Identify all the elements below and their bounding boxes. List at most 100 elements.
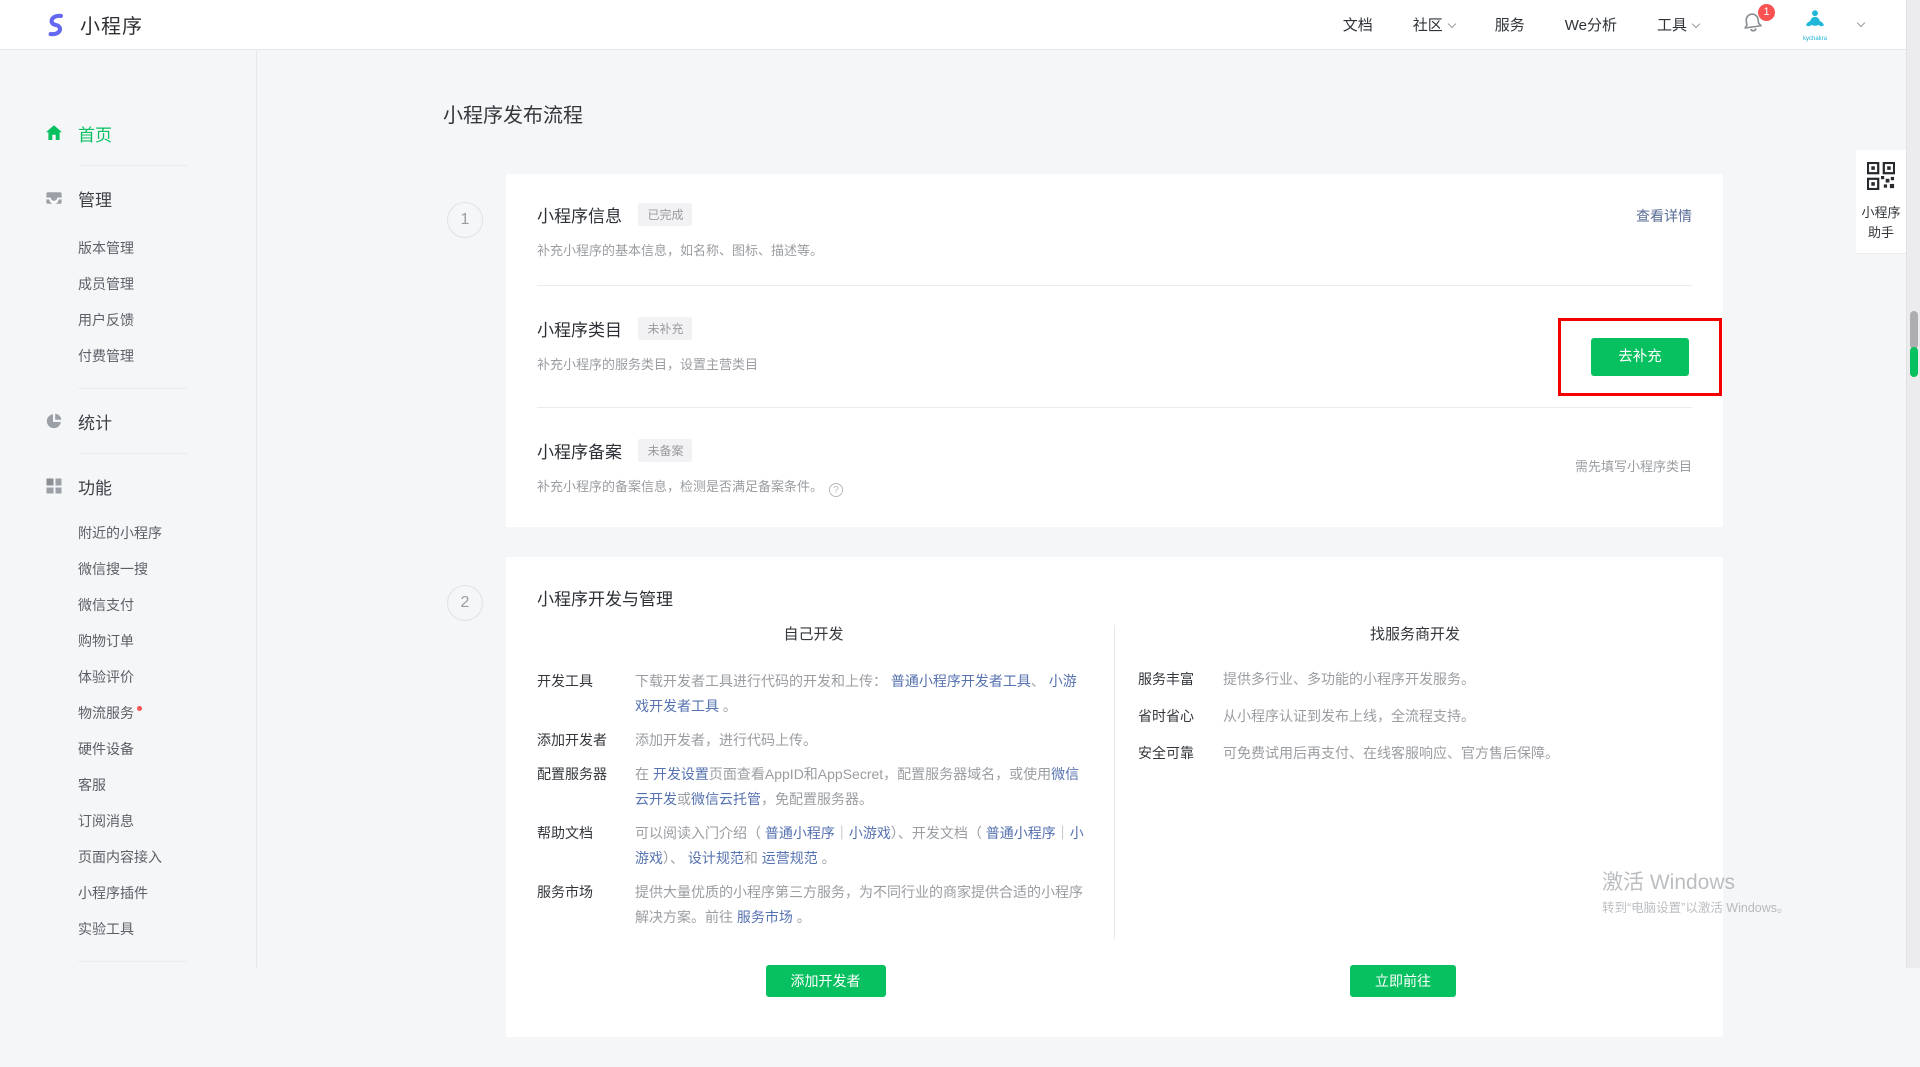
inline-link[interactable]: 普通小程序 xyxy=(986,825,1056,841)
row-text: 提供大量优质的小程序第三方服务，为不同行业的商家提供合适的小程序解决方案。前往 xyxy=(635,884,1083,925)
step-1-number: 1 xyxy=(447,202,483,238)
row-miniprogram-info: 小程序信息 已完成 补充小程序的基本信息，如名称、图标、描述等。 查看详情 xyxy=(537,174,1692,286)
nav-community[interactable]: 社区 xyxy=(1413,14,1455,35)
sidebar-item-page-content-access[interactable]: 页面内容接入 xyxy=(0,839,256,875)
nav-we-analytics[interactable]: We分析 xyxy=(1565,14,1617,35)
card-title: 小程序开发与管理 xyxy=(537,557,1692,610)
nav-services[interactable]: 服务 xyxy=(1495,14,1525,35)
row-description: 补充小程序的基本信息，如名称、图标、描述等。 xyxy=(537,240,1692,259)
status-badge: 已完成 xyxy=(638,203,692,226)
row-text: ｜ xyxy=(835,825,849,841)
sidebar-item-miniprogram-plugin[interactable]: 小程序插件 xyxy=(0,875,256,911)
row-title: 小程序备案 xyxy=(537,443,622,462)
row-text: 。 xyxy=(793,909,811,925)
dev-row-add-developer: 添加开发者 添加开发者，进行代码上传。 xyxy=(537,728,1090,753)
sidebar-item-nearby-miniprogram[interactable]: 附近的小程序 xyxy=(0,515,256,551)
sidebar-item-pay-manage[interactable]: 付费管理 xyxy=(0,338,256,374)
notification-bell[interactable]: 1 xyxy=(1741,11,1764,39)
main-content: 小程序发布流程 1 小程序信息 已完成 补充小程序的基本信息，如名称、图标、描述… xyxy=(257,50,1920,1067)
chevron-down-icon xyxy=(1447,20,1455,28)
add-developer-button[interactable]: 添加开发者 xyxy=(766,965,886,997)
step-2-card: 小程序开发与管理 自己开发 开发工具 下载开发者工具进行代码的开发和上传： 普通… xyxy=(506,557,1723,1037)
sidebar-item-logistics-service[interactable]: 物流服务 xyxy=(0,695,256,731)
scrollbar-position-indicator[interactable] xyxy=(1910,347,1918,377)
sidebar-item-version-manage[interactable]: 版本管理 xyxy=(0,230,256,266)
inline-link[interactable]: 小游戏 xyxy=(849,825,891,841)
sidebar-item-wechat-pay[interactable]: 微信支付 xyxy=(0,587,256,623)
divider xyxy=(78,961,188,962)
nav-docs[interactable]: 文档 xyxy=(1343,14,1373,35)
step-2-number: 2 xyxy=(447,585,483,621)
row-text: 和 xyxy=(744,850,762,866)
bell-icon xyxy=(1741,21,1764,38)
row-miniprogram-category: 小程序类目 未补充 补充小程序的服务类目，设置主营类目 去补充 xyxy=(537,286,1692,408)
row-title: 小程序信息 xyxy=(537,207,622,226)
go-now-button[interactable]: 立即前往 xyxy=(1350,965,1456,997)
avatar-figure-icon xyxy=(1802,8,1828,35)
chevron-down-icon xyxy=(1692,20,1700,28)
column-header: 自己开发 xyxy=(537,625,1090,645)
row-text: 页面查看AppID和AppSecret，配置服务器域名，或使用 xyxy=(709,766,1051,782)
row-text: 。 xyxy=(818,850,836,866)
row-text: ｜ xyxy=(1056,825,1070,841)
sidebar-item-manage[interactable]: 管理 xyxy=(0,180,256,216)
inline-link[interactable]: 普通小程序 xyxy=(765,825,835,841)
inline-link[interactable]: 服务市场 xyxy=(737,909,793,925)
vendor-row-save-time: 省时省心 从小程序认证到发布上线，全流程支持。 xyxy=(1138,706,1692,727)
self-develop-column: 自己开发 开发工具 下载开发者工具进行代码的开发和上传： 普通小程序开发者工具、… xyxy=(537,625,1114,939)
pie-chart-icon xyxy=(45,412,63,430)
sidebar-item-features[interactable]: 功能 xyxy=(0,468,256,504)
row-description: 补充小程序的备案信息，检测是否满足备案条件。? xyxy=(537,476,1692,497)
prerequisite-note: 需先填写小程序类目 xyxy=(1575,456,1692,475)
account-menu-toggle[interactable] xyxy=(1852,16,1864,33)
sidebar-item-home[interactable]: 首页 xyxy=(0,115,256,151)
sidebar: 首页 管理 版本管理 成员管理 用户反馈 付费管理 统计 xyxy=(0,50,257,968)
sidebar-item-shopping-orders[interactable]: 购物订单 xyxy=(0,623,256,659)
row-text: ）、 xyxy=(663,850,688,866)
miniprogram-assistant-widget[interactable]: 小程序 助手 xyxy=(1856,150,1906,254)
row-text: 。 xyxy=(719,698,737,714)
sidebar-item-experiment-tools[interactable]: 实验工具 xyxy=(0,911,256,947)
view-details-link[interactable]: 查看详情 xyxy=(1636,206,1692,226)
chevron-down-icon xyxy=(1857,19,1865,27)
step-1: 1 小程序信息 已完成 补充小程序的基本信息，如名称、图标、描述等。 查看详情 … xyxy=(257,174,1920,527)
vendor-row-safe-reliable: 安全可靠 可免费试用后再支付、在线客服响应、官方售后保障。 xyxy=(1138,743,1692,764)
inline-link[interactable]: 设计规范 xyxy=(688,850,744,866)
sidebar-item-member-manage[interactable]: 成员管理 xyxy=(0,266,256,302)
status-badge: 未补充 xyxy=(638,317,692,340)
sidebar-item-wechat-search[interactable]: 微信搜一搜 xyxy=(0,551,256,587)
brand[interactable]: 小程序 xyxy=(40,10,143,40)
inline-link[interactable]: 普通小程序开发者工具 xyxy=(891,673,1031,689)
brand-name: 小程序 xyxy=(80,10,143,39)
divider xyxy=(78,453,188,454)
top-navbar: 小程序 文档 社区 服务 We分析 工具 1 kychakra xyxy=(0,0,1906,50)
inline-link[interactable]: 微信云托管 xyxy=(691,791,761,807)
row-miniprogram-filing: 小程序备案 未备案 补充小程序的备案信息，检测是否满足备案条件。? 需先填写小程… xyxy=(537,408,1692,527)
avatar-label: kychakra xyxy=(1803,36,1827,42)
help-icon[interactable]: ? xyxy=(829,483,843,497)
miniprogram-logo-icon xyxy=(40,10,70,40)
avatar[interactable]: kychakra xyxy=(1802,8,1828,42)
red-highlight-annotation: 去补充 xyxy=(1558,318,1722,396)
inline-link[interactable]: 运营规范 xyxy=(762,850,818,866)
scrollbar-thumb[interactable] xyxy=(1910,311,1918,349)
scrollbar-track[interactable] xyxy=(1906,0,1920,968)
inline-link[interactable]: 开发设置 xyxy=(653,766,709,782)
go-complete-button[interactable]: 去补充 xyxy=(1591,338,1689,376)
sidebar-item-experience-rating[interactable]: 体验评价 xyxy=(0,659,256,695)
row-text: 在 xyxy=(635,766,653,782)
status-badge: 未备案 xyxy=(638,439,692,462)
page-title: 小程序发布流程 xyxy=(443,102,1920,130)
vendor-row-rich-services: 服务丰富 提供多行业、多功能的小程序开发服务。 xyxy=(1138,669,1692,690)
dev-row-tools: 开发工具 下载开发者工具进行代码的开发和上传： 普通小程序开发者工具、 小游戏开… xyxy=(537,669,1090,719)
step-1-card: 小程序信息 已完成 补充小程序的基本信息，如名称、图标、描述等。 查看详情 小程… xyxy=(506,174,1723,527)
row-text: 可以阅读入门介绍（ xyxy=(635,825,765,841)
sidebar-item-statistics[interactable]: 统计 xyxy=(0,403,256,439)
row-text: 下载开发者工具进行代码的开发和上传： xyxy=(635,673,891,689)
sidebar-item-hardware-device[interactable]: 硬件设备 xyxy=(0,731,256,767)
sidebar-item-user-feedback[interactable]: 用户反馈 xyxy=(0,302,256,338)
step-2: 2 小程序开发与管理 自己开发 开发工具 下载开发者工具进行代码的开发和上传： … xyxy=(257,557,1920,1037)
sidebar-item-subscribe-message[interactable]: 订阅消息 xyxy=(0,803,256,839)
sidebar-item-customer-service[interactable]: 客服 xyxy=(0,767,256,803)
nav-tools[interactable]: 工具 xyxy=(1657,14,1699,35)
